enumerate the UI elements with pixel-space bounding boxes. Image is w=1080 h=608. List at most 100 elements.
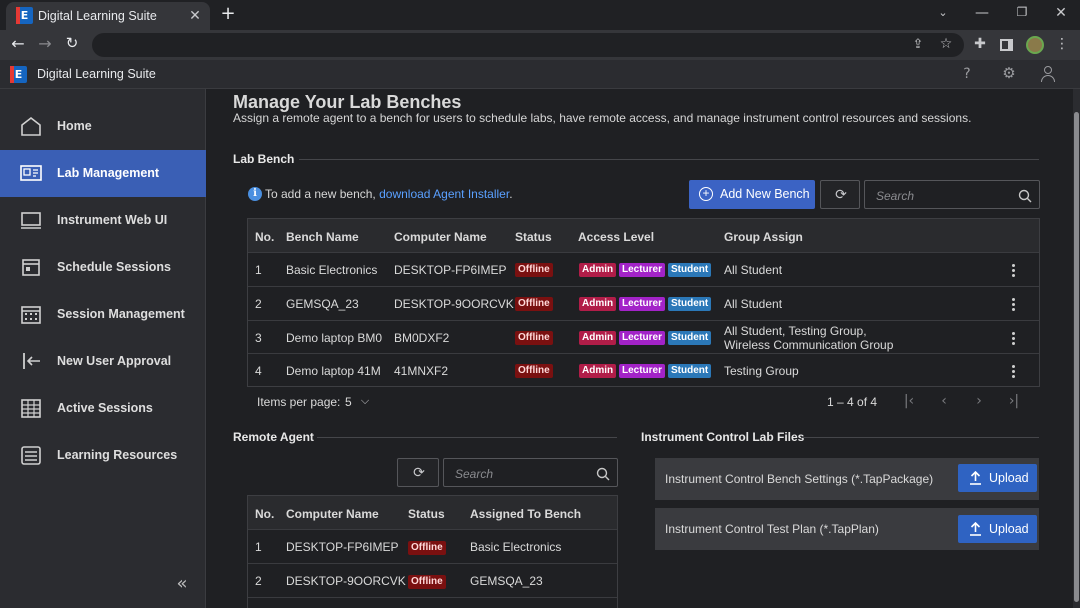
table-icon — [21, 399, 41, 418]
table-row[interactable]: 3 Demo laptop BM0 BM0DXF2 Offline Admin … — [248, 321, 1039, 354]
search-placeholder: Search — [455, 467, 494, 481]
upload-test-plan-button[interactable]: Upload — [958, 515, 1037, 543]
computer-name: DESKTOP-FP6IMEP — [286, 540, 399, 554]
sidebar-item-session-management[interactable]: Session Management — [0, 291, 206, 338]
sidebar-item-label: Lab Management — [57, 166, 160, 180]
bookmark-star-icon[interactable]: ☆ — [939, 37, 953, 51]
last-page-icon[interactable]: ›| — [1006, 394, 1022, 408]
help-icon[interactable]: ? — [960, 67, 974, 81]
bench-name: Demo laptop 41M — [286, 364, 381, 378]
upload-bench-settings-button[interactable]: Upload — [958, 464, 1037, 492]
sidebar-item-new-user-approval[interactable]: New User Approval — [0, 338, 206, 385]
agent-search-input[interactable]: Search — [443, 458, 618, 487]
new-tab-button[interactable]: + — [219, 5, 237, 23]
back-icon[interactable]: ← — [10, 36, 26, 52]
share-icon[interactable]: ⇪ — [911, 38, 925, 51]
minimize-icon[interactable]: — — [975, 6, 989, 20]
refresh-benches-button[interactable]: ⟳ — [820, 180, 860, 209]
sidebar-item-active-sessions[interactable]: Active Sessions — [0, 385, 206, 432]
home-icon — [21, 116, 41, 136]
next-page-icon[interactable]: › — [972, 394, 986, 408]
search-icon — [596, 467, 610, 481]
row-menu-icon[interactable] — [1012, 331, 1016, 347]
items-per-page-label: Items per page: — [257, 395, 341, 409]
access-badge-admin: Admin — [579, 263, 617, 277]
access-badge-lecturer: Lecturer — [619, 297, 666, 311]
app-favicon-icon: E — [16, 7, 33, 24]
tab-close-icon[interactable]: ✕ — [188, 9, 202, 23]
access-badge-lecturer: Lecturer — [619, 364, 666, 378]
sidebar-item-label: Session Management — [57, 307, 185, 321]
collapse-sidebar-icon[interactable]: « — [174, 575, 190, 593]
forward-icon[interactable]: → — [37, 36, 53, 52]
table-row[interactable]: 4 Demo laptop 41M 41MNXF2 Offline Admin … — [248, 354, 1039, 387]
row-number: 1 — [255, 263, 262, 277]
row-menu-icon[interactable] — [1012, 263, 1016, 279]
pagination-range: 1 – 4 of 4 — [827, 395, 878, 409]
remote-agent-table: No. Computer Name Status Assigned To Ben… — [247, 495, 618, 608]
info-text: To add a new bench, — [265, 187, 376, 201]
bench-name: Demo laptop BM0 — [286, 331, 383, 345]
status-badge: Offline — [408, 575, 446, 589]
assigned-bench: Basic Electronics — [470, 540, 562, 554]
tab-title: Digital Learning Suite — [38, 9, 157, 23]
table-row[interactable]: 2 GEMSQA_23 DESKTOP-9OORCVK Offline Admi… — [248, 287, 1039, 321]
refresh-icon: ⟳ — [835, 187, 847, 203]
lab-bench-table: No. Bench Name Computer Name Status Acce… — [247, 218, 1040, 387]
items-per-page-select[interactable]: 5 ⌵ — [345, 393, 373, 411]
row-menu-icon[interactable] — [1012, 364, 1016, 380]
computer-name: BM0DXF2 — [394, 331, 450, 345]
row-number: 1 — [255, 540, 262, 554]
upload-icon — [970, 522, 981, 536]
chevron-down-icon: ⌵ — [360, 394, 370, 407]
user-account-icon[interactable] — [1040, 66, 1056, 83]
add-circle-icon: + — [699, 187, 713, 201]
status-badge: Offline — [515, 331, 553, 345]
scrollbar-thumb[interactable] — [1074, 112, 1079, 602]
extensions-icon[interactable]: ✚ — [972, 37, 988, 51]
upload-label: Upload — [989, 522, 1029, 536]
browser-tab[interactable]: E Digital Learning Suite ✕ — [6, 2, 210, 30]
sidebar-item-label: Schedule Sessions — [57, 260, 171, 274]
access-badge-student: Student — [668, 331, 712, 345]
first-page-icon[interactable]: |‹ — [901, 394, 917, 408]
sidebar-item-schedule-sessions[interactable]: Schedule Sessions — [0, 244, 206, 291]
browser-menu-icon[interactable]: ⋮ — [1055, 37, 1069, 51]
table-row[interactable]: 1 DESKTOP-FP6IMEP Offline Basic Electron… — [248, 530, 617, 564]
add-new-bench-button[interactable]: + Add New Bench — [689, 180, 815, 209]
refresh-agents-button[interactable]: ⟳ — [397, 458, 439, 487]
sidebar-item-label: Home — [57, 119, 92, 133]
sidebar-item-learning-resources[interactable]: Learning Resources — [0, 432, 206, 479]
previous-page-icon[interactable]: ‹ — [937, 394, 951, 408]
info-end: . — [509, 187, 513, 201]
tab-search-icon[interactable]: ⌄ — [936, 7, 950, 18]
items-per-page-value: 5 — [345, 395, 352, 409]
lab-bench-section-title: Lab Bench — [233, 152, 295, 166]
row-number: 2 — [255, 574, 262, 588]
sidebar-item-lab-management[interactable]: Lab Management — [0, 150, 206, 197]
table-row[interactable]: 1 Basic Electronics DESKTOP-FP6IMEP Offl… — [248, 253, 1039, 287]
row-number: 4 — [255, 364, 262, 378]
computer-name: DESKTOP-9OORCVK — [394, 297, 514, 311]
sidepanel-icon[interactable] — [1000, 39, 1013, 51]
sidebar-item-label: New User Approval — [57, 354, 172, 368]
address-bar[interactable] — [92, 33, 964, 57]
computer-name: 41MNXF2 — [394, 364, 449, 378]
sidebar-item-label: Instrument Web UI — [57, 213, 168, 227]
reload-icon[interactable]: ↻ — [64, 36, 80, 51]
bench-name: Basic Electronics — [286, 263, 378, 277]
restore-icon[interactable]: ❐ — [1015, 6, 1029, 18]
download-agent-installer-link[interactable]: download Agent Installer — [379, 187, 509, 201]
close-icon[interactable]: ✕ — [1054, 6, 1068, 20]
profile-avatar[interactable] — [1026, 36, 1044, 54]
row-menu-icon[interactable] — [1012, 297, 1016, 313]
settings-gear-icon[interactable]: ⚙ — [1001, 66, 1017, 81]
table-row[interactable]: 2 DESKTOP-9OORCVK Offline GEMSQA_23 — [248, 564, 617, 598]
main-content: Manage Your Lab Benches Assign a remote … — [207, 89, 1073, 608]
lab-icon — [20, 165, 42, 181]
upload-label: Upload — [989, 471, 1029, 485]
search-placeholder: Search — [876, 189, 915, 203]
sidebar-item-home[interactable]: Home — [0, 103, 206, 150]
bench-search-input[interactable]: Search — [864, 180, 1040, 209]
sidebar-item-instrument-web-ui[interactable]: Instrument Web UI — [0, 197, 206, 244]
